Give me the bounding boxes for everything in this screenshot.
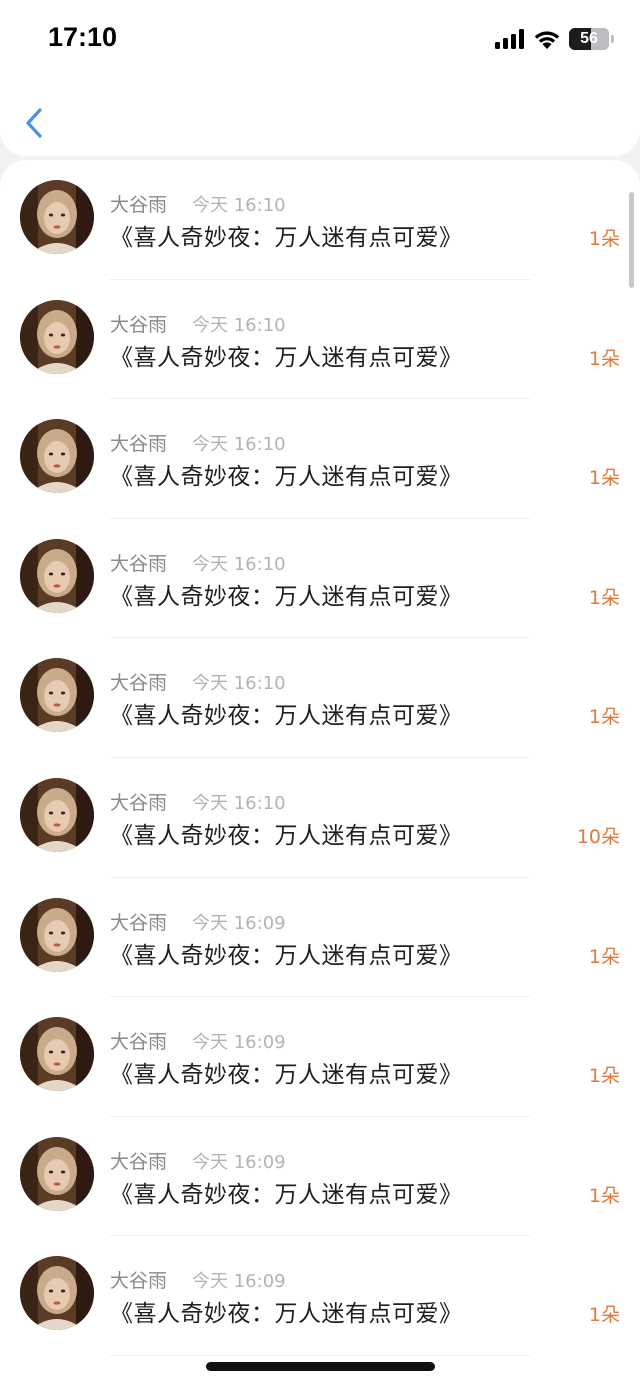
timestamp: 今天 16:10 bbox=[192, 673, 286, 695]
flower-amount: 1朵 bbox=[588, 945, 620, 968]
divider bbox=[110, 1354, 530, 1356]
work-title: 《喜人奇妙夜：万人迷有点可爱》 bbox=[110, 942, 463, 969]
flower-amount: 1朵 bbox=[588, 1065, 620, 1088]
flower-amount: 1朵 bbox=[588, 467, 620, 490]
avatar[interactable] bbox=[20, 1017, 94, 1092]
sender-name: 大谷雨 bbox=[110, 1150, 168, 1173]
flower-amount: 1朵 bbox=[588, 586, 620, 609]
cellular-signal-icon bbox=[495, 29, 524, 49]
list-item[interactable]: 大谷雨 今天 16:09 《喜人奇妙夜：万人迷有点可爱》 1朵 bbox=[0, 878, 640, 998]
list-item[interactable]: 大谷雨 今天 16:10 《喜人奇妙夜：万人迷有点可爱》 1朵 bbox=[0, 519, 640, 639]
chevron-left-icon bbox=[26, 108, 42, 138]
home-indicator bbox=[206, 1362, 435, 1371]
timestamp: 今天 16:10 bbox=[192, 792, 286, 814]
gift-record-list[interactable]: 大谷雨 今天 16:10 《喜人奇妙夜：万人迷有点可爱》 1朵 大谷雨 今天 1… bbox=[0, 160, 640, 1386]
flower-amount: 1朵 bbox=[588, 228, 620, 250]
avatar[interactable] bbox=[20, 1136, 94, 1211]
avatar[interactable] bbox=[20, 777, 94, 852]
battery-tip bbox=[611, 35, 614, 43]
sender-name: 大谷雨 bbox=[110, 911, 168, 934]
avatar[interactable] bbox=[20, 1256, 94, 1331]
work-title: 《喜人奇妙夜：万人迷有点可爱》 bbox=[110, 1181, 463, 1208]
work-title: 《喜人奇妙夜：万人迷有点可爱》 bbox=[110, 1301, 463, 1328]
status-icons: 56 bbox=[495, 28, 614, 50]
list-item[interactable]: 大谷雨 今天 16:10 《喜人奇妙夜：万人迷有点可爱》 1朵 bbox=[0, 399, 640, 519]
avatar[interactable] bbox=[20, 299, 94, 374]
sender-name: 大谷雨 bbox=[110, 1031, 168, 1054]
screen: 17:10 56 大谷雨 今天 16:10 《喜人奇妙夜：万人迷有点可爱》 1朵… bbox=[0, 0, 640, 1386]
sender-name: 大谷雨 bbox=[110, 552, 168, 575]
wifi-icon bbox=[534, 31, 560, 49]
work-title: 《喜人奇妙夜：万人迷有点可爱》 bbox=[110, 1062, 463, 1089]
work-title: 《喜人奇妙夜：万人迷有点可爱》 bbox=[110, 703, 463, 730]
timestamp: 今天 16:10 bbox=[192, 195, 286, 216]
battery-percent: 56 bbox=[580, 30, 598, 47]
timestamp: 今天 16:09 bbox=[192, 1032, 286, 1054]
status-bar: 17:10 56 bbox=[0, 0, 640, 80]
avatar[interactable] bbox=[20, 897, 94, 972]
scrollbar[interactable] bbox=[629, 192, 634, 288]
flower-amount: 1朵 bbox=[588, 1184, 620, 1207]
list-item[interactable]: 大谷雨 今天 16:10 《喜人奇妙夜：万人迷有点可爱》 1朵 bbox=[0, 280, 640, 400]
sender-name: 大谷雨 bbox=[110, 194, 168, 216]
sender-name: 大谷雨 bbox=[110, 672, 168, 695]
work-title: 《喜人奇妙夜：万人迷有点可爱》 bbox=[110, 225, 463, 251]
timestamp: 今天 16:09 bbox=[192, 1271, 286, 1293]
flower-amount: 1朵 bbox=[588, 706, 620, 729]
list-item[interactable]: 大谷雨 今天 16:09 《喜人奇妙夜：万人迷有点可爱》 1朵 bbox=[0, 1236, 640, 1356]
avatar[interactable] bbox=[20, 658, 94, 733]
avatar[interactable] bbox=[20, 538, 94, 613]
list-item[interactable]: 大谷雨 今天 16:09 《喜人奇妙夜：万人迷有点可爱》 1朵 bbox=[0, 1117, 640, 1237]
sender-name: 大谷雨 bbox=[110, 433, 168, 456]
status-time: 17:10 bbox=[48, 22, 118, 52]
work-title: 《喜人奇妙夜：万人迷有点可爱》 bbox=[110, 583, 463, 610]
flower-amount: 10朵 bbox=[576, 825, 620, 848]
list-item[interactable]: 大谷雨 今天 16:10 《喜人奇妙夜：万人迷有点可爱》 1朵 bbox=[0, 638, 640, 758]
timestamp: 今天 16:09 bbox=[192, 912, 286, 934]
flower-amount: 1朵 bbox=[588, 347, 620, 370]
back-button[interactable] bbox=[20, 104, 50, 144]
sender-name: 大谷雨 bbox=[110, 791, 168, 814]
avatar[interactable] bbox=[20, 180, 94, 254]
sender-name: 大谷雨 bbox=[110, 1270, 168, 1293]
flower-amount: 1朵 bbox=[588, 1304, 620, 1327]
list-item[interactable]: 大谷雨 今天 16:10 《喜人奇妙夜：万人迷有点可爱》 1朵 bbox=[0, 160, 640, 280]
timestamp: 今天 16:10 bbox=[192, 314, 286, 336]
work-title: 《喜人奇妙夜：万人迷有点可爱》 bbox=[110, 344, 463, 371]
list-item[interactable]: 大谷雨 今天 16:09 《喜人奇妙夜：万人迷有点可爱》 1朵 bbox=[0, 997, 640, 1117]
timestamp: 今天 16:09 bbox=[192, 1151, 286, 1173]
work-title: 《喜人奇妙夜：万人迷有点可爱》 bbox=[110, 822, 463, 849]
timestamp: 今天 16:10 bbox=[192, 434, 286, 456]
battery-icon: 56 bbox=[569, 28, 609, 50]
list-item[interactable]: 大谷雨 今天 16:10 《喜人奇妙夜：万人迷有点可爱》 10朵 bbox=[0, 758, 640, 878]
avatar[interactable] bbox=[20, 419, 94, 494]
sender-name: 大谷雨 bbox=[110, 313, 168, 336]
header: 17:10 56 bbox=[0, 0, 640, 156]
work-title: 《喜人奇妙夜：万人迷有点可爱》 bbox=[110, 464, 463, 491]
timestamp: 今天 16:10 bbox=[192, 553, 286, 575]
